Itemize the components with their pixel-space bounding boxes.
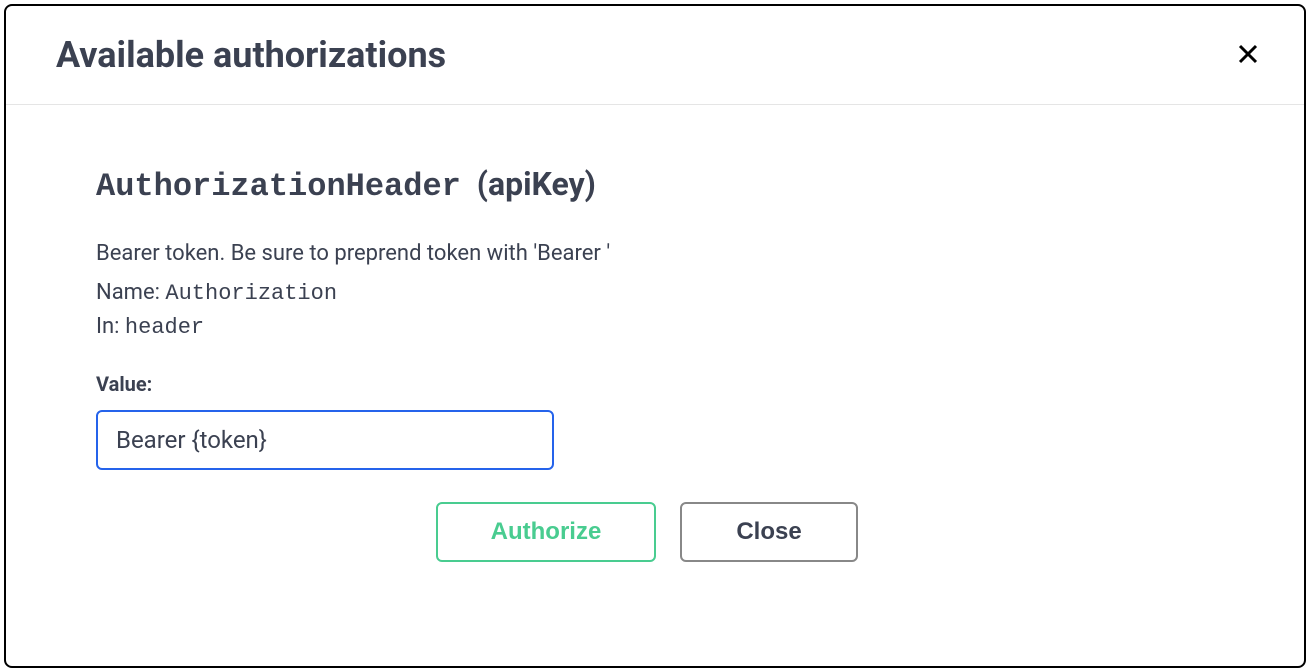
- auth-name-line: Name: Authorization: [96, 280, 1214, 306]
- authorize-button[interactable]: Authorize: [436, 502, 656, 562]
- auth-in-value: header: [125, 315, 204, 340]
- button-row: Authorize Close: [436, 502, 1214, 562]
- modal-title: Available authorizations: [56, 34, 446, 76]
- auth-scheme-name: AuthorizationHeader: [96, 168, 461, 205]
- auth-scheme-type: (apiKey): [477, 165, 596, 203]
- close-icon-button[interactable]: [1232, 38, 1264, 73]
- close-icon: [1236, 42, 1260, 66]
- authorization-modal: Available authorizations AuthorizationHe…: [4, 4, 1306, 668]
- auth-name-value: Authorization: [165, 281, 337, 306]
- value-label: Value:: [96, 372, 1214, 396]
- auth-scheme-heading: AuthorizationHeader (apiKey): [96, 165, 1214, 205]
- auth-in-line: In: header: [96, 314, 1214, 340]
- modal-header: Available authorizations: [6, 6, 1304, 105]
- close-button[interactable]: Close: [680, 502, 858, 562]
- value-input[interactable]: [96, 410, 554, 470]
- auth-name-label: Name:: [96, 280, 165, 305]
- auth-in-label: In:: [96, 314, 125, 339]
- auth-description: Bearer token. Be sure to preprend token …: [96, 241, 1214, 266]
- modal-body: AuthorizationHeader (apiKey) Bearer toke…: [6, 105, 1304, 602]
